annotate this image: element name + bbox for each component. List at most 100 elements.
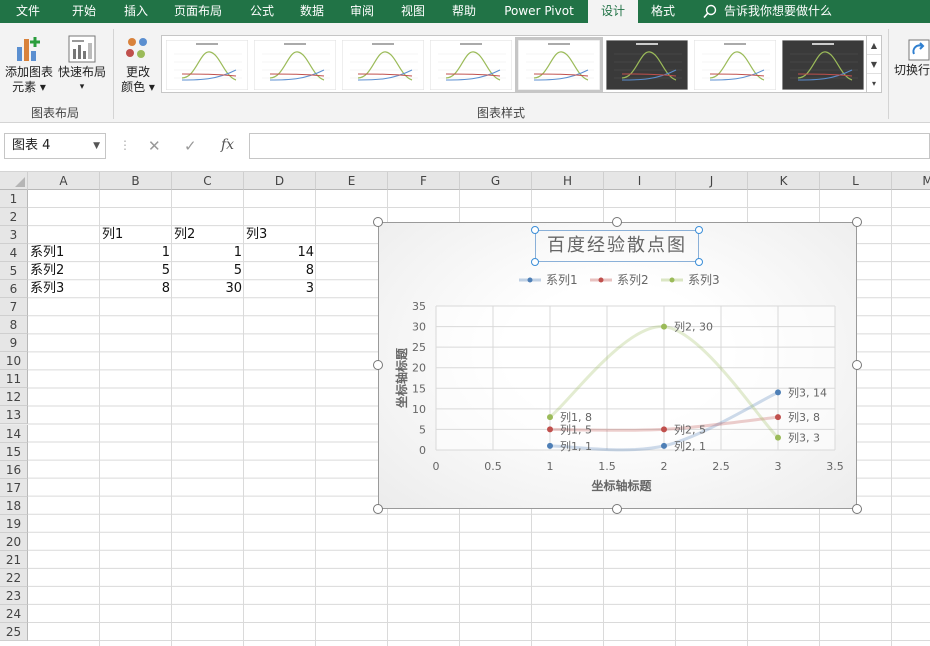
chart-resize-handle[interactable] [373,217,383,227]
plot-area[interactable] [436,306,835,450]
column-header[interactable]: G [460,172,532,190]
chart-style-thumb[interactable] [430,40,512,90]
add-chart-element-button[interactable]: 添加图表 元素 ▾ [4,33,54,99]
column-header[interactable]: A [28,172,100,190]
row-header[interactable]: 3 [0,226,28,245]
chart-style-thumb[interactable] [166,40,248,90]
chart-style-thumb[interactable] [254,40,336,90]
data-label[interactable]: 列3, 14 [788,385,827,399]
title-resize-handle[interactable] [531,258,539,266]
chart-resize-handle[interactable] [612,217,622,227]
chart-style-thumb[interactable] [782,40,864,90]
data-point[interactable] [775,389,781,396]
data-label[interactable]: 列3, 8 [788,410,820,424]
tab-7[interactable]: 视图 [388,0,438,23]
column-header[interactable]: L [820,172,892,190]
gallery-up-icon[interactable]: ▲ [867,36,881,55]
row-header[interactable]: 12 [0,388,28,407]
chart-style-thumb[interactable] [606,40,688,90]
tab-8[interactable]: 帮助 [438,0,490,23]
chart-resize-handle[interactable] [852,504,862,514]
tab-1[interactable]: 开始 [56,0,112,23]
data-point[interactable] [547,414,553,421]
row-header[interactable]: 24 [0,604,28,623]
row-header[interactable]: 14 [0,424,28,443]
cell-C5[interactable]: 5 [172,262,244,280]
data-point[interactable] [547,442,553,449]
chart-styles-gallery[interactable] [161,35,868,93]
column-header[interactable]: I [604,172,676,190]
switch-row-column-button[interactable]: 切换行 [894,37,930,97]
row-header[interactable]: 23 [0,586,28,605]
row-header[interactable]: 16 [0,460,28,479]
row-header[interactable]: 4 [0,244,28,263]
data-label[interactable]: 列2, 30 [674,320,713,334]
formula-input[interactable] [249,133,930,159]
name-box-dropdown-icon[interactable]: ▼ [93,134,100,158]
column-header[interactable]: E [316,172,388,190]
cell-D4[interactable]: 14 [244,244,316,262]
column-header[interactable]: J [676,172,748,190]
data-label[interactable]: 列3, 3 [788,431,820,445]
cell-B6[interactable]: 8 [100,280,172,298]
cell-D6[interactable]: 3 [244,280,316,298]
cell-C6[interactable]: 30 [172,280,244,298]
tab-3[interactable]: 页面布局 [160,0,236,23]
cancel-icon[interactable]: ✕ [148,137,161,155]
column-header[interactable]: B [100,172,172,190]
row-header[interactable]: 19 [0,514,28,533]
tab-11[interactable]: 格式 [638,0,688,23]
row-header[interactable]: 17 [0,478,28,497]
chart-resize-handle[interactable] [373,504,383,514]
column-header[interactable]: M [892,172,930,190]
x-axis-title[interactable]: 坐标轴标题 [591,478,652,493]
gallery-down-icon[interactable]: ▼ [867,55,881,74]
data-point[interactable] [547,426,553,433]
row-header[interactable]: 10 [0,352,28,371]
tab-4[interactable]: 公式 [236,0,288,23]
column-header[interactable]: C [172,172,244,190]
row-header[interactable]: 2 [0,208,28,227]
chart-resize-handle[interactable] [612,504,622,514]
gallery-scroll-controls[interactable]: ▲ ▼ ▾ [866,35,882,93]
scatter-chart[interactable]: 百度经验散点图 0 5 10 15 20 25 30 35 0 0.5 1 1.5 2 2.5 3 3.5 坐标… [373,217,862,514]
title-resize-handle[interactable] [531,226,539,234]
data-point[interactable] [661,323,667,330]
data-label[interactable]: 列1, 5 [560,422,592,436]
tab-5[interactable]: 数据 [288,0,336,23]
row-header[interactable]: 6 [0,280,28,299]
chart-resize-handle[interactable] [373,360,383,370]
tab-9[interactable]: Power Pivot [490,0,588,23]
cell-A5[interactable]: 系列2 [28,262,100,280]
chart-resize-handle[interactable] [852,360,862,370]
tab-6[interactable]: 审阅 [336,0,388,23]
cell-A6[interactable]: 系列3 [28,280,100,298]
chart-style-thumb[interactable] [694,40,776,90]
cell-C3[interactable]: 列2 [172,226,244,244]
title-resize-handle[interactable] [695,258,703,266]
column-header[interactable]: K [748,172,820,190]
row-header[interactable]: 9 [0,334,28,353]
cell-B5[interactable]: 5 [100,262,172,280]
row-header[interactable]: 5 [0,262,28,281]
row-header[interactable]: 7 [0,298,28,317]
row-header[interactable]: 13 [0,406,28,425]
tab-10[interactable]: 设计 [588,0,638,23]
data-label[interactable]: 列2, 5 [674,422,706,436]
chart-resize-handle[interactable] [852,217,862,227]
row-header[interactable]: 11 [0,370,28,389]
enter-icon[interactable]: ✓ [184,137,197,155]
cell-B4[interactable]: 1 [100,244,172,262]
change-colors-button[interactable]: 更改 颜色 ▾ [118,33,158,99]
chart-style-thumb[interactable] [342,40,424,90]
cell-A4[interactable]: 系列1 [28,244,100,262]
tab-2[interactable]: 插入 [112,0,160,23]
select-all-corner[interactable] [0,172,28,190]
row-header[interactable]: 8 [0,316,28,335]
data-label[interactable]: 列1, 8 [560,410,592,424]
name-box[interactable]: 图表 4 ▼ [4,133,106,159]
column-header[interactable]: D [244,172,316,190]
cell-D5[interactable]: 8 [244,262,316,280]
row-header[interactable]: 25 [0,622,28,641]
data-label[interactable]: 列2, 1 [674,439,706,453]
